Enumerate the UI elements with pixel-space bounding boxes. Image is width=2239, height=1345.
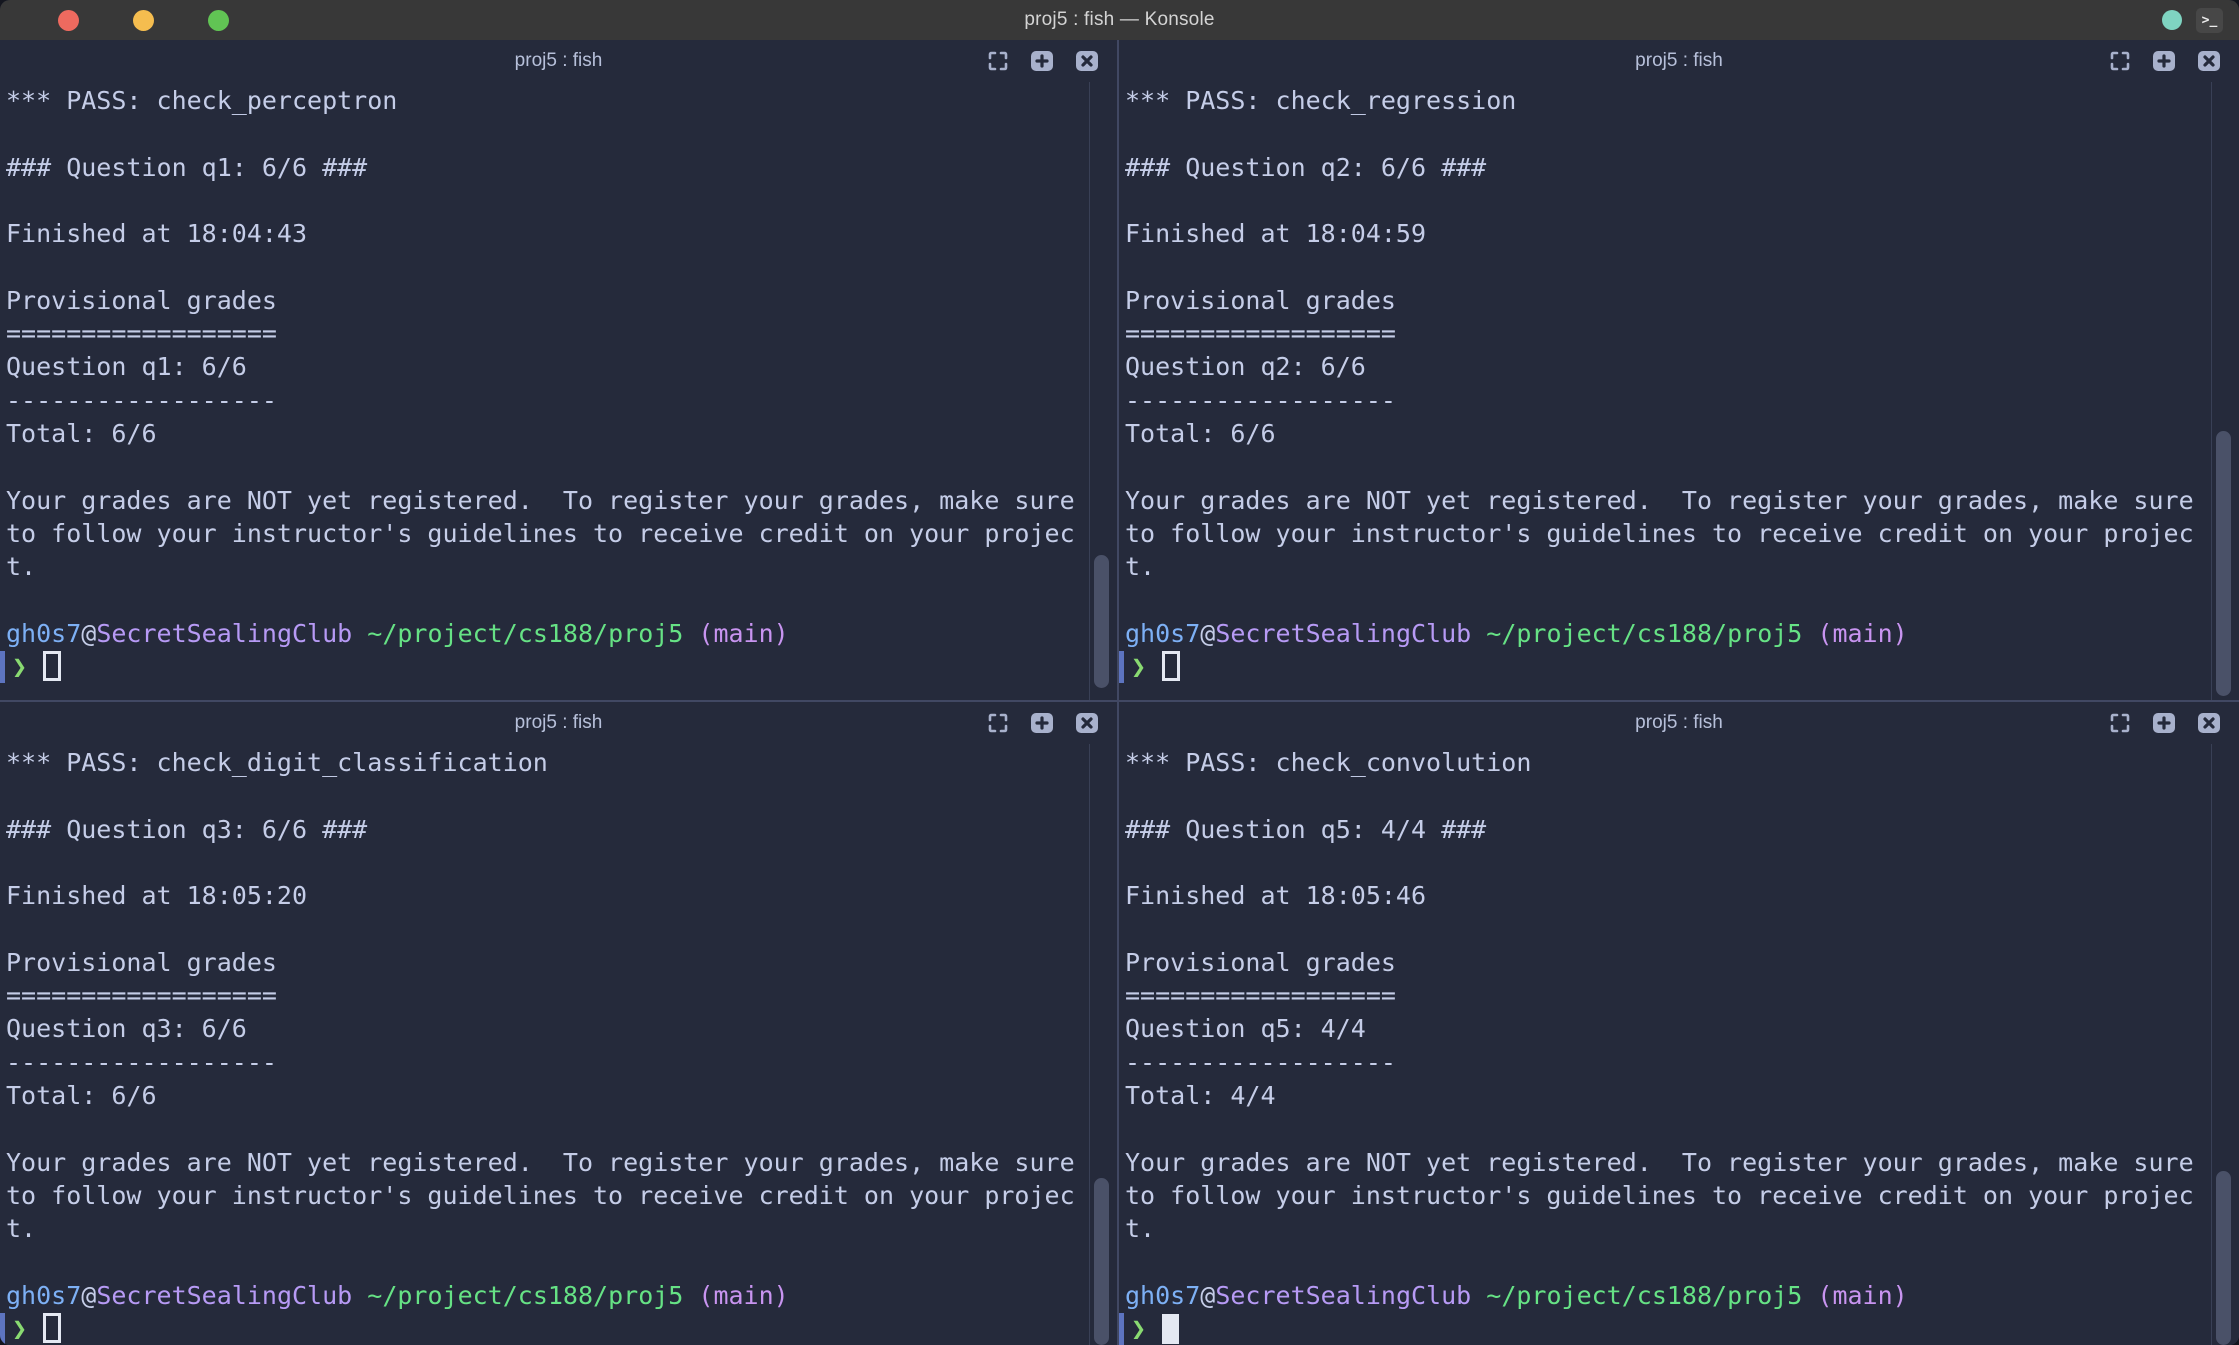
pane-3-header[interactable]: proj5 : fish [0,702,1117,744]
window-titlebar[interactable]: proj5 : fish — Konsole >_ [0,0,2239,40]
zoom-window-button[interactable] [208,10,229,31]
scrollbar-thumb[interactable] [1094,555,1109,688]
traffic-lights [58,0,229,40]
terminal-output-4[interactable]: *** PASS: check_convolution ### Question… [1119,744,2239,1345]
pane-1-header[interactable]: proj5 : fish [0,40,1117,82]
terminal-pane-3: proj5 : fish *** PASS: check_digit_class… [0,702,1117,1345]
shell-prompt: gh0s7@SecretSealingClub ~/project/cs188/… [6,1279,1087,1312]
close-window-button[interactable] [58,10,79,31]
add-split-icon[interactable] [2152,712,2176,734]
terminal-pane-2: proj5 : fish *** PASS: check_regression … [1119,40,2239,700]
terminal-scrollback: *** PASS: check_convolution ### Question… [1125,746,2209,1279]
close-split-icon[interactable] [1075,712,1099,734]
close-split-icon[interactable] [2197,50,2221,72]
maximize-icon[interactable] [2109,50,2131,72]
shell-prompt: gh0s7@SecretSealingClub ~/project/cs188/… [6,617,1087,650]
terminal-scrollback: *** PASS: check_perceptron ### Question … [6,84,1087,617]
pane-4-header[interactable]: proj5 : fish [1119,702,2239,744]
maximize-icon[interactable] [2109,712,2131,734]
close-split-icon[interactable] [2197,712,2221,734]
scrollbar-thumb[interactable] [1094,1178,1109,1345]
scrollbar-thumb[interactable] [2216,431,2231,697]
shell-prompt: gh0s7@SecretSealingClub ~/project/cs188/… [1125,617,2209,650]
pane-3-title: proj5 : fish [515,712,603,734]
terminal-cursor [1162,1314,1179,1344]
prompt-mode-bar [0,1313,5,1345]
terminal-cursor [43,651,61,681]
pane-2-title: proj5 : fish [1635,50,1723,72]
close-split-icon[interactable] [1075,50,1099,72]
add-split-icon[interactable] [2152,50,2176,72]
terminal-output-2[interactable]: *** PASS: check_regression ### Question … [1119,82,2239,700]
prompt-chevron: ❯ [12,650,27,683]
split-grid: proj5 : fish *** PASS: check_perceptron … [0,40,2239,1345]
prompt-mode-bar [1119,1313,1124,1345]
pane-4-title: proj5 : fish [1635,712,1723,734]
maximize-icon[interactable] [987,50,1009,72]
maximize-icon[interactable] [987,712,1009,734]
scrollbar[interactable] [2211,744,2239,1345]
konsole-window: proj5 : fish — Konsole >_ proj5 : fish *… [0,0,2239,1345]
prompt-mode-bar [1119,651,1124,683]
terminal-pane-1: proj5 : fish *** PASS: check_perceptron … [0,40,1117,700]
command-input-line[interactable]: ❯ [0,650,1087,683]
scrollbar[interactable] [1089,744,1117,1345]
prompt-chevron: ❯ [1131,1312,1146,1345]
terminal-cursor [43,1313,61,1343]
terminal-output-3[interactable]: *** PASS: check_digit_classification ###… [0,744,1117,1345]
command-input-line[interactable]: ❯ [1119,650,2209,683]
pane-2-header[interactable]: proj5 : fish [1119,40,2239,82]
scrollbar-thumb[interactable] [2216,1171,2231,1345]
terminal-cursor [1162,651,1180,681]
pane-1-title: proj5 : fish [515,50,603,72]
status-dot-icon [2162,10,2182,30]
minimize-window-button[interactable] [133,10,154,31]
shell-prompt: gh0s7@SecretSealingClub ~/project/cs188/… [1125,1279,2209,1312]
scrollbar[interactable] [2211,82,2239,700]
add-split-icon[interactable] [1030,50,1054,72]
terminal-pane-4: proj5 : fish *** PASS: check_convolution… [1119,702,2239,1345]
command-input-line[interactable]: ❯ [0,1312,1087,1345]
prompt-chevron: ❯ [1131,650,1146,683]
terminal-scrollback: *** PASS: check_regression ### Question … [1125,84,2209,617]
terminal-scrollback: *** PASS: check_digit_classification ###… [6,746,1087,1279]
scrollbar[interactable] [1089,82,1117,700]
prompt-chevron: ❯ [12,1312,27,1345]
terminal-output-1[interactable]: *** PASS: check_perceptron ### Question … [0,82,1117,700]
command-input-line[interactable]: ❯ [1119,1312,2209,1345]
window-title: proj5 : fish — Konsole [1024,9,1214,31]
add-split-icon[interactable] [1030,712,1054,734]
prompt-mode-bar [0,651,5,683]
konsole-app-icon: >_ [2196,8,2223,33]
